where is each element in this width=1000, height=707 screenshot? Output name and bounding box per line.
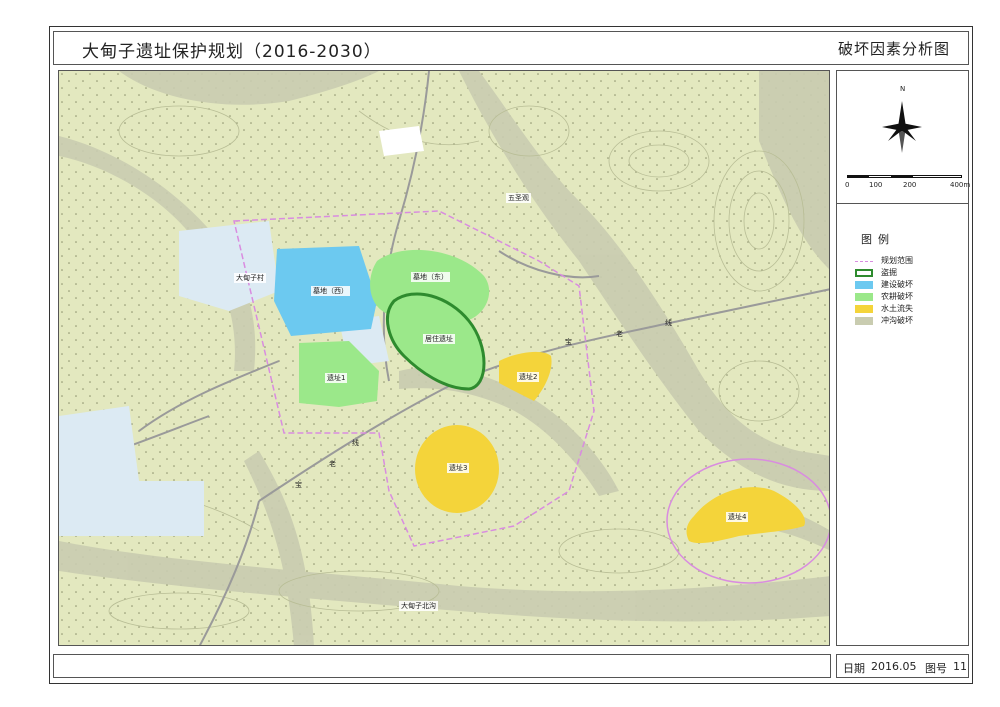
label-tomb-east: 墓地（东） — [411, 272, 450, 282]
label-gully: 大甸子北沟 — [399, 601, 438, 611]
figure-value: 11 — [953, 660, 967, 673]
label-site1: 遗址1 — [325, 373, 348, 383]
label-site2: 遗址2 — [517, 372, 540, 382]
road-label-char: 老 — [329, 460, 336, 468]
label-temple: 五圣观 — [506, 193, 531, 203]
north-label: N — [900, 85, 906, 93]
fill-swatch — [855, 305, 873, 313]
scale-tick-200: 200 — [903, 181, 917, 189]
label-site3: 遗址3 — [447, 463, 470, 473]
outline-swatch — [855, 269, 873, 277]
page-title: 大甸子遗址保护规划（2016-2030） — [82, 42, 382, 62]
label-tomb-west: 墓地（西） — [311, 286, 350, 296]
map-svg — [59, 71, 829, 645]
scale-tick-100: 100 — [869, 181, 883, 189]
label-residence: 居住遗址 — [423, 334, 455, 344]
footer-info: 日期 2016.05 图号 11 — [836, 654, 969, 678]
road-label-char: 老 — [616, 330, 623, 338]
dashed-line-swatch — [855, 261, 873, 262]
date-value: 2016.05 — [871, 660, 917, 673]
road-label-char: 线 — [665, 319, 672, 327]
legend-divider — [837, 203, 968, 204]
compass: N — [877, 85, 927, 155]
label-village: 大甸子村 — [234, 273, 266, 283]
legend-panel: N 0 100 200 400m 图例 规划范围 盗掘 建设破坏 农耕破坏 水土… — [836, 70, 971, 646]
map-canvas[interactable]: 大甸子村 墓地（西） 墓地（东） 居住遗址 遗址1 遗址2 遗址3 遗址4 五圣… — [58, 70, 830, 646]
fill-swatch — [855, 281, 873, 289]
legend-title: 图例 — [861, 233, 895, 246]
compass-icon — [882, 101, 922, 153]
scale-tick-400: 400m — [950, 181, 971, 189]
label-site4: 遗址4 — [726, 512, 749, 522]
road-label-char: 宝 — [565, 338, 572, 346]
title-bar: 大甸子遗址保护规划（2016-2030） 破坏因素分析图 — [53, 31, 969, 65]
fill-swatch — [855, 317, 873, 325]
scale-bar: 0 100 200 400m — [845, 175, 971, 195]
date-label: 日期 — [843, 662, 865, 675]
map-subtitle: 破坏因素分析图 — [837, 40, 950, 58]
footer-bar — [53, 654, 831, 678]
road-label-char: 线 — [352, 439, 359, 447]
fill-swatch — [855, 293, 873, 301]
figure-label: 图号 — [925, 662, 947, 675]
scale-tick-0: 0 — [845, 181, 850, 189]
road-label-char: 宝 — [295, 481, 302, 489]
